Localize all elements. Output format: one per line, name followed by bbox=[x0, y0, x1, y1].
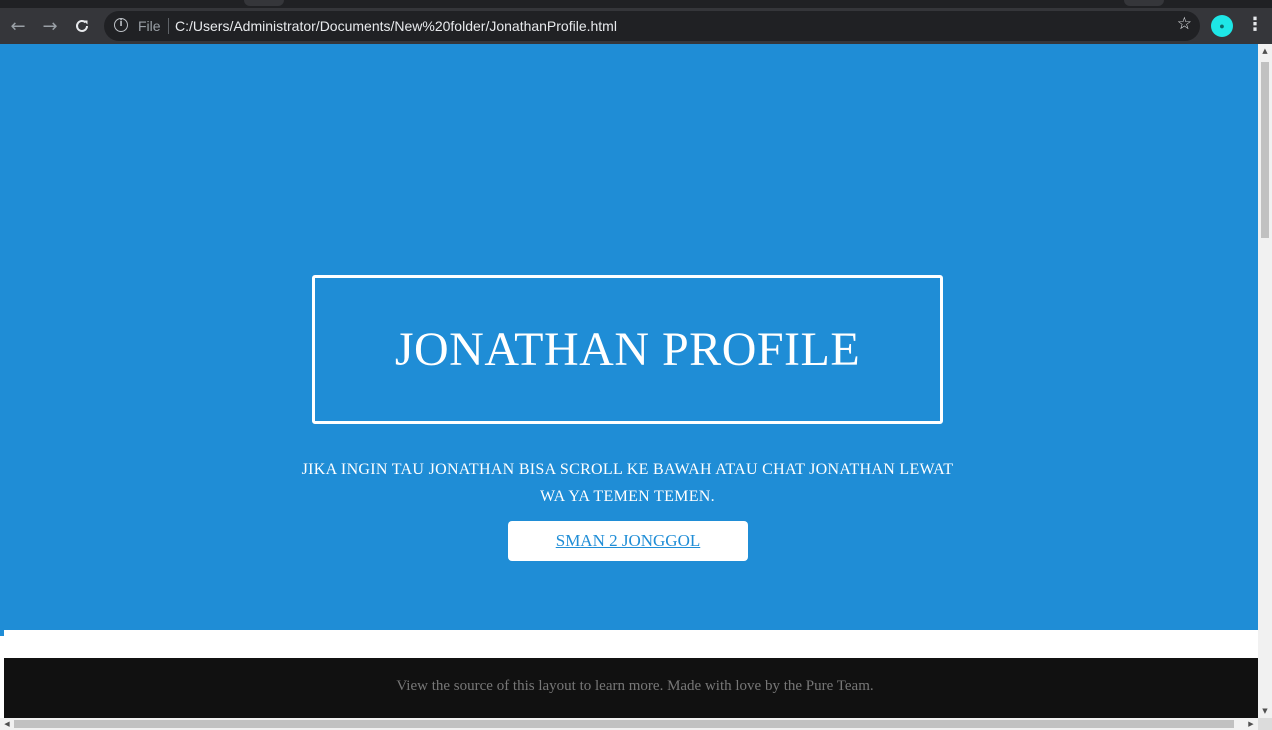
profile-avatar-icon[interactable]: ● bbox=[1211, 15, 1233, 37]
hero-section: JONATHAN PROFILE JIKA INGIN TAU JONATHAN… bbox=[0, 44, 1258, 630]
info-icon[interactable]: i bbox=[114, 18, 128, 32]
tab-edge-left[interactable] bbox=[244, 0, 284, 6]
scroll-up-icon[interactable]: ▲ bbox=[1258, 44, 1272, 58]
address-bar[interactable]: i File C:/Users/Administrator/Documents/… bbox=[104, 11, 1200, 41]
horizontal-scroll-thumb[interactable] bbox=[14, 720, 1234, 728]
page-viewport: JONATHAN PROFILE JIKA INGIN TAU JONATHAN… bbox=[0, 44, 1258, 718]
url-scheme-label: File bbox=[138, 18, 161, 34]
school-link-button[interactable]: SMAN 2 JONGGOL bbox=[508, 521, 748, 561]
omnibox-divider bbox=[168, 18, 169, 34]
horizontal-scrollbar[interactable]: ◀ ▶ bbox=[0, 718, 1258, 730]
arrow-right-icon: → bbox=[42, 15, 58, 37]
browser-toolbar: ← → i File C:/Users/Administrator/Docume… bbox=[0, 8, 1272, 44]
forward-button[interactable]: → bbox=[36, 12, 64, 40]
back-button[interactable]: ← bbox=[4, 12, 32, 40]
scroll-down-icon[interactable]: ▼ bbox=[1258, 704, 1272, 718]
scrollbar-corner bbox=[1258, 718, 1272, 730]
tab-strip bbox=[0, 0, 1272, 8]
star-icon[interactable]: ☆ bbox=[1177, 14, 1192, 34]
hero-edge bbox=[0, 630, 4, 636]
hero-subtitle: JIKA INGIN TAU JONATHAN BISA SCROLL KE B… bbox=[301, 461, 954, 505]
arrow-left-icon: ← bbox=[10, 15, 26, 37]
vertical-scroll-thumb[interactable] bbox=[1261, 62, 1269, 238]
reload-icon bbox=[76, 19, 88, 32]
url-text[interactable]: C:/Users/Administrator/Documents/New%20f… bbox=[175, 18, 617, 34]
reload-button[interactable] bbox=[68, 12, 96, 40]
scroll-right-icon[interactable]: ▶ bbox=[1244, 718, 1258, 730]
footer: View the source of this layout to learn … bbox=[4, 658, 1258, 718]
title-box: JONATHAN PROFILE bbox=[312, 275, 943, 424]
vertical-scrollbar[interactable]: ▲ ▼ bbox=[1258, 44, 1272, 718]
kebab-menu-icon[interactable]: ⋮ bbox=[1246, 14, 1264, 38]
page-title: JONATHAN PROFILE bbox=[394, 323, 861, 376]
tab-edge-right[interactable] bbox=[1124, 0, 1164, 6]
scroll-left-icon[interactable]: ◀ bbox=[0, 718, 14, 730]
footer-text: View the source of this layout to learn … bbox=[396, 678, 874, 694]
